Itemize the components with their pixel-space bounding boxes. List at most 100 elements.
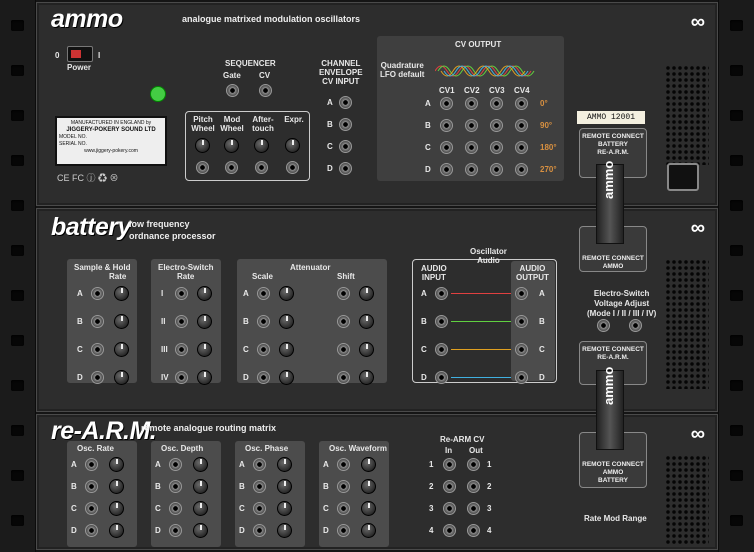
rearm-knob[interactable] <box>277 457 292 472</box>
scale-jack[interactable] <box>257 315 270 328</box>
audio-in-jack[interactable] <box>435 371 448 384</box>
sample-hold-jack[interactable] <box>91 343 104 356</box>
rearm-jack[interactable] <box>253 524 266 537</box>
audio-in-jack[interactable] <box>435 343 448 356</box>
audio-in-jack[interactable] <box>435 315 448 328</box>
audio-out-jack[interactable] <box>515 287 528 300</box>
expr-jack[interactable] <box>286 161 299 174</box>
rearm-knob[interactable] <box>361 479 376 494</box>
rearm-cv-in-jack[interactable] <box>443 502 456 515</box>
mod-wheel-jack[interactable] <box>225 161 238 174</box>
rearm-knob[interactable] <box>277 523 292 538</box>
cv-jack-4-4[interactable] <box>515 163 528 176</box>
rearm-knob[interactable] <box>193 457 208 472</box>
rearm-jack[interactable] <box>253 480 266 493</box>
rearm-knob[interactable] <box>277 501 292 516</box>
rearm-cv-out-jack[interactable] <box>467 524 480 537</box>
cv-jack-2-4[interactable] <box>515 119 528 132</box>
rearm-jack[interactable] <box>169 480 182 493</box>
cv-jack-1-1[interactable] <box>440 97 453 110</box>
rearm-knob[interactable] <box>109 479 124 494</box>
scale-jack[interactable] <box>257 371 270 384</box>
shift-jack[interactable] <box>337 315 350 328</box>
rearm-jack[interactable] <box>253 458 266 471</box>
cv-jack-3-3[interactable] <box>490 141 503 154</box>
rearm-jack[interactable] <box>337 524 350 537</box>
shift-knob[interactable] <box>359 342 374 357</box>
pitch-wheel-jack[interactable] <box>196 161 209 174</box>
rearm-cv-out-jack[interactable] <box>467 480 480 493</box>
env-jack-c[interactable] <box>339 140 352 153</box>
shift-knob[interactable] <box>359 314 374 329</box>
audio-out-jack[interactable] <box>515 343 528 356</box>
audio-out-jack[interactable] <box>515 371 528 384</box>
cv-jack-1-4[interactable] <box>515 97 528 110</box>
rearm-knob[interactable] <box>193 479 208 494</box>
scale-jack[interactable] <box>257 287 270 300</box>
rearm-jack[interactable] <box>337 458 350 471</box>
sample-hold-knob[interactable] <box>114 342 129 357</box>
sequencer-gate-jack[interactable] <box>226 84 239 97</box>
pitch-wheel-knob[interactable] <box>195 138 210 153</box>
shift-knob[interactable] <box>359 370 374 385</box>
rearm-jack[interactable] <box>85 502 98 515</box>
sample-hold-jack[interactable] <box>91 287 104 300</box>
env-jack-a[interactable] <box>339 96 352 109</box>
scale-knob[interactable] <box>279 314 294 329</box>
rearm-knob[interactable] <box>277 479 292 494</box>
expr-knob[interactable] <box>285 138 300 153</box>
rearm-cv-out-jack[interactable] <box>467 502 480 515</box>
electro-knob[interactable] <box>197 370 212 385</box>
shift-knob[interactable] <box>359 286 374 301</box>
shift-jack[interactable] <box>337 343 350 356</box>
cv-jack-2-3[interactable] <box>490 119 503 132</box>
cv-jack-3-2[interactable] <box>465 141 478 154</box>
sample-hold-knob[interactable] <box>114 314 129 329</box>
scale-jack[interactable] <box>257 343 270 356</box>
sample-hold-jack[interactable] <box>91 371 104 384</box>
voltage-adjust-plus[interactable] <box>629 319 642 332</box>
cv-jack-3-4[interactable] <box>515 141 528 154</box>
electro-jack[interactable] <box>175 371 188 384</box>
rearm-jack[interactable] <box>85 458 98 471</box>
cv-jack-1-3[interactable] <box>490 97 503 110</box>
cv-jack-2-1[interactable] <box>440 119 453 132</box>
cv-jack-1-2[interactable] <box>465 97 478 110</box>
rearm-jack[interactable] <box>85 524 98 537</box>
rearm-knob[interactable] <box>109 523 124 538</box>
electro-knob[interactable] <box>197 286 212 301</box>
rearm-cv-in-jack[interactable] <box>443 458 456 471</box>
electro-knob[interactable] <box>197 342 212 357</box>
rearm-cv-in-jack[interactable] <box>443 480 456 493</box>
rearm-knob[interactable] <box>193 501 208 516</box>
cv-jack-2-2[interactable] <box>465 119 478 132</box>
aftertouch-knob[interactable] <box>254 138 269 153</box>
cv-jack-4-3[interactable] <box>490 163 503 176</box>
aftertouch-jack[interactable] <box>255 161 268 174</box>
scale-knob[interactable] <box>279 286 294 301</box>
rearm-jack[interactable] <box>169 524 182 537</box>
voltage-adjust-minus[interactable] <box>597 319 610 332</box>
sample-hold-knob[interactable] <box>114 370 129 385</box>
scale-knob[interactable] <box>279 342 294 357</box>
rearm-knob[interactable] <box>361 501 376 516</box>
rearm-jack[interactable] <box>169 502 182 515</box>
cv-jack-4-1[interactable] <box>440 163 453 176</box>
cv-jack-3-1[interactable] <box>440 141 453 154</box>
env-jack-b[interactable] <box>339 118 352 131</box>
rearm-knob[interactable] <box>361 457 376 472</box>
rearm-jack[interactable] <box>337 480 350 493</box>
rearm-jack[interactable] <box>169 458 182 471</box>
electro-jack[interactable] <box>175 315 188 328</box>
mod-wheel-knob[interactable] <box>224 138 239 153</box>
audio-out-jack[interactable] <box>515 315 528 328</box>
audio-in-jack[interactable] <box>435 287 448 300</box>
env-jack-d[interactable] <box>339 162 352 175</box>
rearm-jack[interactable] <box>337 502 350 515</box>
cv-jack-4-2[interactable] <box>465 163 478 176</box>
electro-knob[interactable] <box>197 314 212 329</box>
rearm-jack[interactable] <box>253 502 266 515</box>
electro-jack[interactable] <box>175 343 188 356</box>
sample-hold-jack[interactable] <box>91 315 104 328</box>
remote-cable-2[interactable]: ammo <box>596 367 624 450</box>
